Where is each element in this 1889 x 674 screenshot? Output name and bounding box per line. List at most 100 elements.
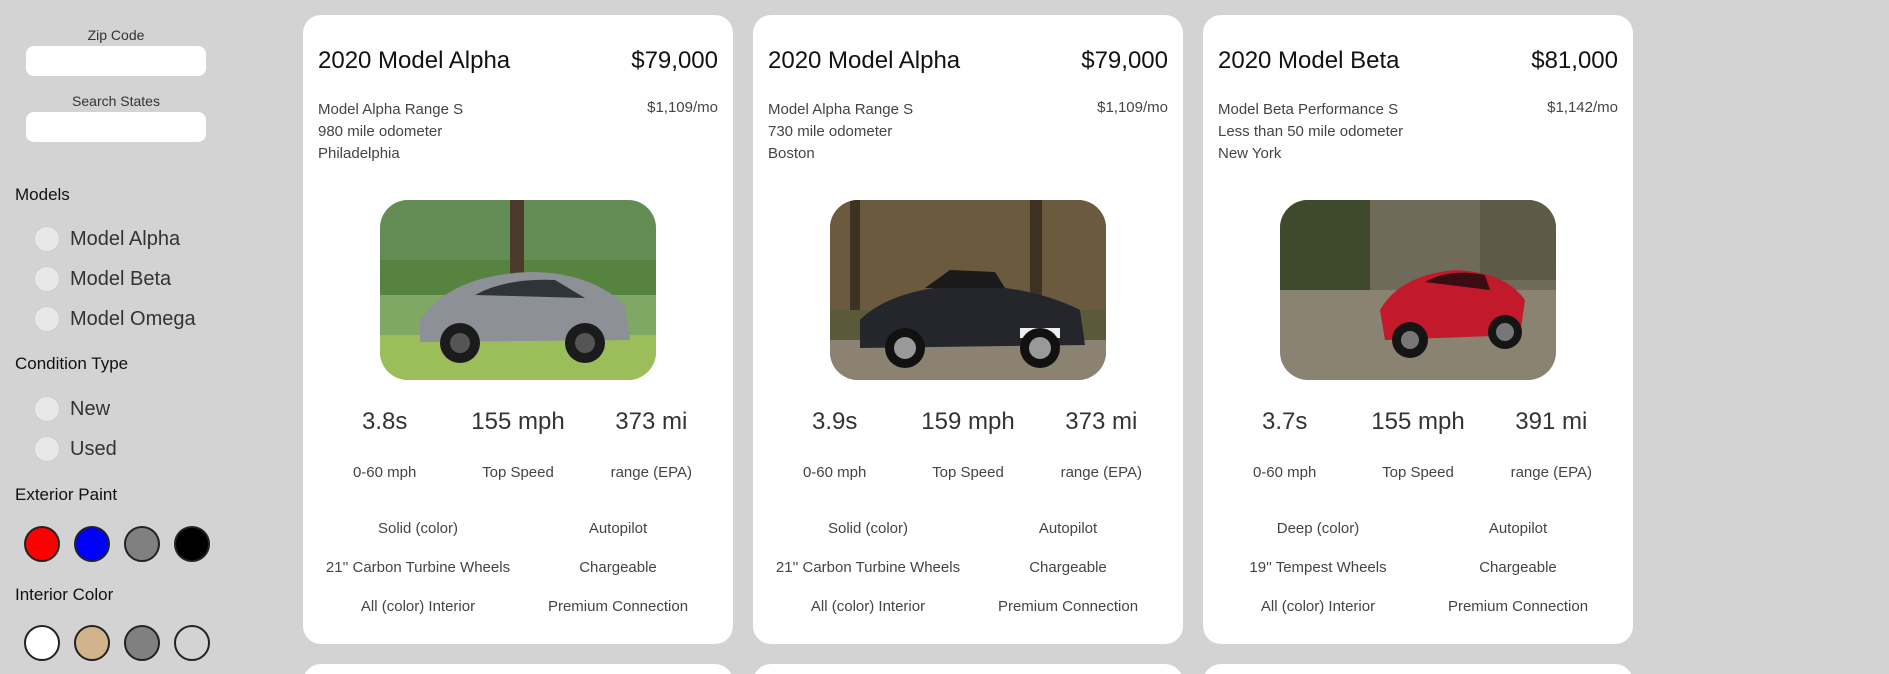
radio-circle[interactable] xyxy=(34,436,60,462)
models-heading: Models xyxy=(15,185,70,204)
feature-connection: Premium Connection xyxy=(1447,598,1589,615)
exterior-swatch-black[interactable] xyxy=(174,526,210,562)
search-states-label: Search States xyxy=(72,93,160,109)
feature-row: Deep (color) Autopilot xyxy=(1218,520,1618,537)
stat-values: 3.7s 155 mph 391 mi xyxy=(1218,408,1618,436)
range-value: 391 mi xyxy=(1515,408,1588,435)
feature-autopilot: Autopilot xyxy=(588,520,648,537)
radio-circle[interactable] xyxy=(34,396,60,422)
acceleration-label: 0-60 mph xyxy=(352,464,417,481)
vehicle-details: Model Alpha Range S 980 mile odometer Ph… xyxy=(318,99,463,165)
radio-circle[interactable] xyxy=(34,226,60,252)
vehicle-price: $79,000 xyxy=(631,47,718,74)
vehicle-title: 2020 Model Alpha xyxy=(318,47,511,74)
stat-labels: 0-60 mph Top Speed range (EPA) xyxy=(768,464,1168,481)
vehicle-location: Boston xyxy=(768,145,815,162)
stat-labels: 0-60 mph Top Speed range (EPA) xyxy=(318,464,718,481)
acceleration-value: 3.7s xyxy=(1261,408,1308,435)
feature-wheels: 19'' Tempest Wheels xyxy=(1249,559,1387,576)
acceleration-value: 3.8s xyxy=(361,408,408,435)
vehicle-title: 2020 Model Beta xyxy=(1218,47,1400,74)
feature-paint: Deep (color) xyxy=(1276,520,1360,537)
feature-row: 19'' Tempest Wheels Chargeable xyxy=(1218,559,1618,576)
radio-circle[interactable] xyxy=(34,306,60,332)
exterior-swatch-blue[interactable] xyxy=(74,526,110,562)
vehicle-photo[interactable] xyxy=(1280,200,1556,380)
exterior-swatches xyxy=(24,526,210,562)
vehicle-photo[interactable] xyxy=(380,200,656,380)
interior-swatch-lightgray[interactable] xyxy=(174,625,210,661)
condition-type-heading: Condition Type xyxy=(15,354,129,373)
feature-interior: All (color) Interior xyxy=(1260,598,1376,615)
top-speed-value: 155 mph xyxy=(1371,408,1465,435)
model-beta-radio[interactable]: Model Beta xyxy=(34,265,171,293)
interior-swatches xyxy=(24,625,210,661)
feature-connection: Premium Connection xyxy=(997,598,1139,615)
condition-new-radio[interactable]: New xyxy=(34,395,110,423)
exterior-swatch-red[interactable] xyxy=(24,526,60,562)
stat-values: 3.8s 155 mph 373 mi xyxy=(318,408,718,436)
vehicle-card-next-row[interactable] xyxy=(753,664,1183,674)
feature-row: 21'' Carbon Turbine Wheels Chargeable xyxy=(768,559,1168,576)
vehicle-title: 2020 Model Alpha xyxy=(768,47,961,74)
feature-autopilot: Autopilot xyxy=(1038,520,1098,537)
feature-wheels: 21'' Carbon Turbine Wheels xyxy=(325,559,511,576)
vehicle-photo[interactable] xyxy=(830,200,1106,380)
range-value: 373 mi xyxy=(615,408,688,435)
zip-code-label: Zip Code xyxy=(87,27,145,43)
model-alpha-radio[interactable]: Model Alpha xyxy=(34,225,180,253)
feature-paint: Solid (color) xyxy=(827,520,909,537)
range-label: range (EPA) xyxy=(1510,464,1593,481)
vehicle-card-next-row[interactable] xyxy=(303,664,733,674)
vehicle-location: Philadelphia xyxy=(318,145,400,162)
radio-circle[interactable] xyxy=(34,266,60,292)
feature-autopilot: Autopilot xyxy=(1488,520,1548,537)
feature-row: All (color) Interior Premium Connection xyxy=(318,598,718,615)
interior-swatch-white[interactable] xyxy=(24,625,60,661)
interior-swatch-gray[interactable] xyxy=(124,625,160,661)
model-alpha-label: Model Alpha xyxy=(70,227,181,250)
feature-charging: Chargeable xyxy=(1029,559,1107,576)
vehicle-odometer: Less than 50 mile odometer xyxy=(1218,123,1404,140)
feature-row: 21'' Carbon Turbine Wheels Chargeable xyxy=(318,559,718,576)
model-omega-label: Model Omega xyxy=(70,307,196,330)
feature-interior: All (color) Interior xyxy=(360,598,476,615)
vehicle-price: $81,000 xyxy=(1531,47,1618,74)
zip-code-input[interactable] xyxy=(26,46,206,76)
condition-used-radio[interactable]: Used xyxy=(34,435,117,463)
vehicle-card[interactable]: 2020 Model Beta $81,000 Model Beta Perfo… xyxy=(1203,15,1633,644)
vehicle-card[interactable]: 2020 Model Alpha $79,000 Model Alpha Ran… xyxy=(303,15,733,644)
range-value: 373 mi xyxy=(1065,408,1138,435)
vehicle-trim: Model Alpha Range S xyxy=(768,101,914,118)
feature-row: Solid (color) Autopilot xyxy=(318,520,718,537)
interior-swatch-tan[interactable] xyxy=(74,625,110,661)
exterior-swatch-gray[interactable] xyxy=(124,526,160,562)
vehicle-card[interactable]: 2020 Model Alpha $79,000 Model Alpha Ran… xyxy=(753,15,1183,644)
feature-row: Solid (color) Autopilot xyxy=(768,520,1168,537)
vehicle-card-next-row[interactable] xyxy=(1203,664,1633,674)
black-convertible-image xyxy=(830,200,1106,380)
acceleration-label: 0-60 mph xyxy=(802,464,867,481)
top-speed-value: 155 mph xyxy=(471,408,565,435)
top-speed-label: Top Speed xyxy=(482,464,554,481)
monthly-payment: $1,142/mo xyxy=(1547,99,1618,116)
vehicle-details: Model Beta Performance S Less than 50 mi… xyxy=(1218,99,1403,165)
interior-color-heading: Interior Color xyxy=(15,585,114,604)
red-sports-car-image xyxy=(1280,200,1556,380)
condition-used-label: Used xyxy=(70,437,117,460)
condition-new-label: New xyxy=(70,397,111,420)
feature-interior: All (color) Interior xyxy=(810,598,926,615)
vehicle-odometer: 730 mile odometer xyxy=(768,123,893,140)
vehicle-location: New York xyxy=(1218,145,1282,162)
silver-coupe-image xyxy=(380,200,656,380)
vehicle-details: Model Alpha Range S 730 mile odometer Bo… xyxy=(768,99,913,165)
top-speed-value: 159 mph xyxy=(921,408,1015,435)
filter-sidebar: Zip Code Search States Models Model Alph… xyxy=(0,0,250,674)
range-label: range (EPA) xyxy=(1060,464,1143,481)
top-speed-label: Top Speed xyxy=(1382,464,1454,481)
model-omega-radio[interactable]: Model Omega xyxy=(34,305,196,333)
search-states-input[interactable] xyxy=(26,112,206,142)
stat-values: 3.9s 159 mph 373 mi xyxy=(768,408,1168,436)
range-label: range (EPA) xyxy=(610,464,693,481)
feature-charging: Chargeable xyxy=(1479,559,1557,576)
